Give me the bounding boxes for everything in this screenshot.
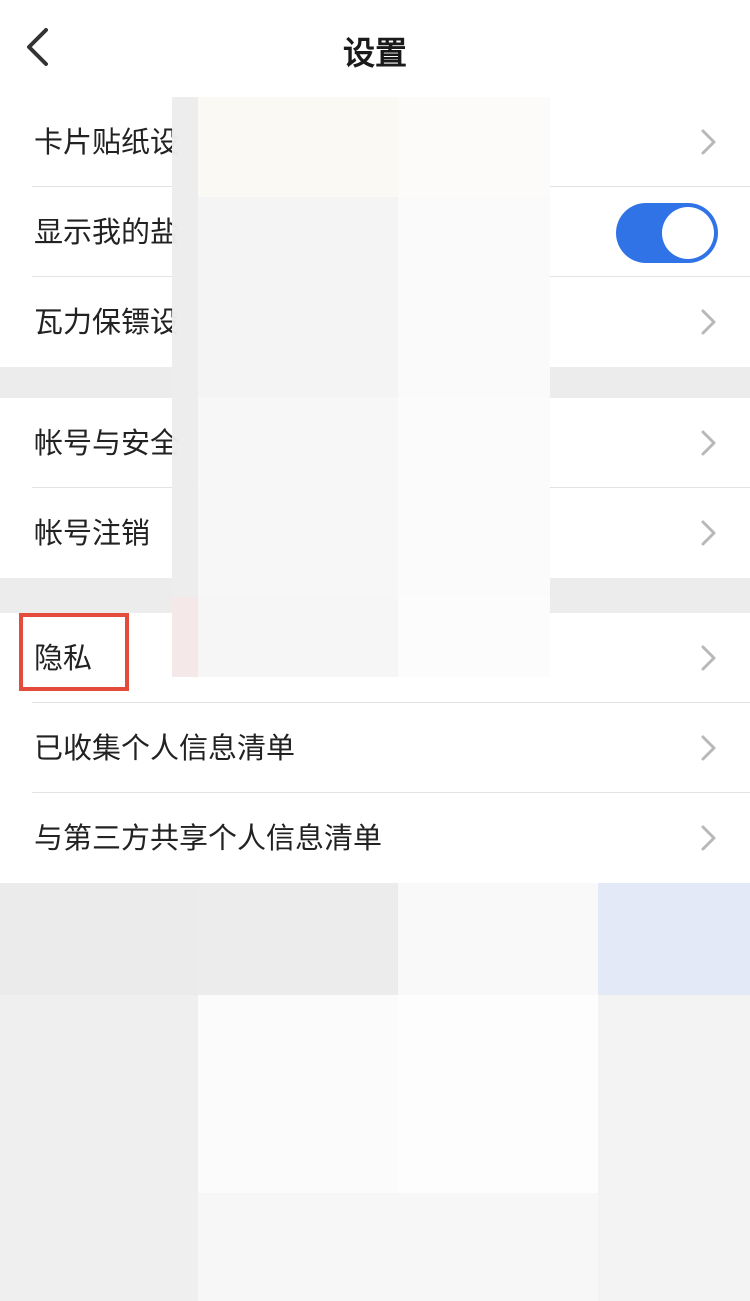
highlight-annotation	[19, 613, 129, 691]
row-label: 卡片贴纸设	[34, 125, 180, 159]
chevron-right-icon	[701, 309, 716, 335]
chevron-right-icon	[701, 645, 716, 671]
chevron-right-icon	[701, 430, 716, 456]
settings-row-card-stickers[interactable]: 卡片贴纸设	[0, 97, 750, 187]
blurred-background	[0, 883, 750, 1301]
settings-row-collected-info[interactable]: 已收集个人信息清单	[0, 703, 750, 793]
section-gap	[0, 578, 750, 613]
settings-row-account-security[interactable]: 帐号与安全	[0, 398, 750, 488]
row-label: 与第三方共享个人信息清单	[34, 821, 383, 855]
chevron-right-icon	[701, 825, 716, 851]
toggle-switch[interactable]	[616, 203, 718, 263]
settings-group-1: 卡片贴纸设 显示我的盐 瓦力保镖设	[0, 97, 750, 367]
page-title: 设置	[342, 34, 407, 72]
row-label: 已收集个人信息清单	[34, 731, 296, 765]
section-gap	[0, 367, 750, 398]
settings-group-2: 帐号与安全 帐号注销	[0, 398, 750, 578]
settings-row-show-my-salt: 显示我的盐	[0, 187, 750, 277]
row-label: 显示我的盐	[34, 215, 180, 249]
settings-row-account-deletion[interactable]: 帐号注销	[0, 488, 750, 578]
settings-row-shared-info[interactable]: 与第三方共享个人信息清单	[0, 793, 750, 883]
toggle-knob	[662, 207, 714, 259]
row-label: 帐号与安全	[34, 426, 180, 460]
chevron-right-icon	[701, 129, 716, 155]
settings-row-wali-guard[interactable]: 瓦力保镖设	[0, 277, 750, 367]
nav-bar: 设置	[0, 0, 750, 97]
chevron-right-icon	[701, 520, 716, 546]
chevron-right-icon	[701, 735, 716, 761]
row-label: 帐号注销	[34, 516, 151, 550]
row-label: 瓦力保镖设	[34, 305, 180, 339]
